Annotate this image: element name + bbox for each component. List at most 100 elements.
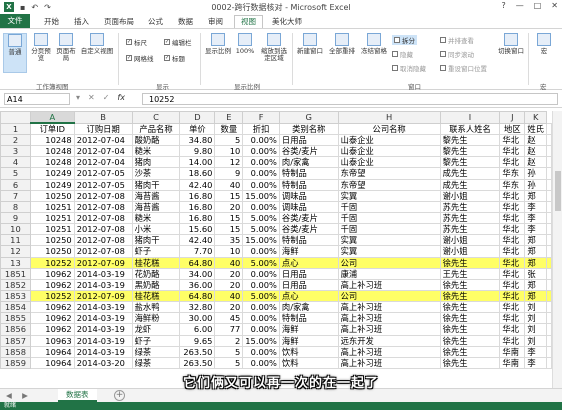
scrollbar-thumb[interactable] (555, 171, 561, 211)
normal-view-button[interactable]: 普通 (3, 33, 27, 73)
cell[interactable]: 苏先生 (439, 200, 501, 213)
cell[interactable] (546, 345, 552, 358)
cell[interactable]: 华南 (499, 356, 526, 369)
cell[interactable]: 海苔酱 (131, 200, 181, 213)
more-icon[interactable]: ▾ (76, 93, 80, 102)
cell[interactable]: 2012-07-04 (73, 133, 133, 147)
cell[interactable]: 263.50 (179, 345, 216, 358)
cell[interactable]: 黎先生 (439, 133, 501, 147)
cell[interactable]: 2012-07-05 (73, 178, 133, 191)
cell[interactable]: 20 (214, 278, 244, 291)
cell[interactable]: 15 (214, 189, 244, 202)
cell[interactable]: 10 (214, 145, 244, 158)
column-header[interactable]: F (242, 111, 280, 124)
cell[interactable]: 0.00% (242, 323, 280, 336)
cell[interactable]: 龙虾 (131, 323, 181, 336)
cell[interactable]: 0.00% (242, 156, 280, 169)
cell[interactable]: 公司 (337, 289, 441, 303)
cell[interactable] (546, 234, 552, 247)
cell[interactable]: 10962 (29, 312, 75, 325)
cell[interactable]: 40 (214, 256, 244, 269)
cell[interactable]: 实翼 (337, 245, 441, 258)
cell[interactable]: 高上补习班 (337, 278, 441, 291)
cell[interactable]: 刘 (524, 323, 547, 336)
cell[interactable]: 华东 (499, 178, 526, 191)
cell[interactable]: 10964 (29, 356, 75, 369)
cell[interactable]: 华南 (499, 345, 526, 358)
cell[interactable]: 2012-07-04 (73, 156, 133, 169)
cell[interactable]: 谢小姐 (439, 245, 501, 258)
cell[interactable] (546, 211, 552, 225)
cell[interactable]: 郑 (524, 234, 547, 247)
cell[interactable] (546, 122, 552, 135)
cell[interactable]: 5.00% (242, 223, 280, 236)
cell[interactable]: 10248 (29, 133, 75, 147)
column-header[interactable]: A (29, 111, 75, 124)
cell[interactable] (546, 312, 552, 325)
cell[interactable]: 日用品 (278, 267, 339, 280)
cell[interactable]: 2014-03-19 (73, 312, 133, 325)
cell[interactable]: 2012-07-08 (73, 189, 133, 202)
vertical-scrollbar[interactable] (552, 111, 562, 388)
cell[interactable]: 5 (214, 133, 244, 147)
cell[interactable]: 东帝望 (337, 178, 441, 191)
cell[interactable]: 郑 (524, 289, 547, 303)
cell[interactable]: 张 (524, 267, 547, 280)
cell[interactable]: 徐先生 (439, 312, 501, 325)
tab-view[interactable]: 视图 (234, 15, 263, 28)
cell[interactable] (546, 223, 552, 236)
cell[interactable]: 0.00% (242, 167, 280, 180)
zoom-100-button[interactable]: 100% (234, 33, 256, 73)
cell[interactable]: 0.00% (242, 312, 280, 325)
cell[interactable] (546, 267, 552, 280)
cell[interactable]: 华北 (499, 301, 526, 314)
cell[interactable] (546, 301, 552, 314)
custom-view-button[interactable]: 自定义视图 (80, 33, 114, 73)
cell[interactable]: 15 (214, 211, 244, 225)
cell[interactable]: 刘 (524, 312, 547, 325)
cell[interactable]: 产品名称 (131, 122, 181, 135)
cell[interactable]: 饮料 (278, 345, 339, 358)
cell[interactable] (546, 289, 552, 303)
cell[interactable]: 谢小姐 (439, 189, 501, 202)
cell[interactable]: 0.00% (242, 301, 280, 314)
cell[interactable]: 2014-03-19 (73, 345, 133, 358)
cell[interactable]: 2012-07-04 (73, 145, 133, 158)
cell[interactable]: 40 (214, 289, 244, 303)
cell[interactable]: 酸奶酪 (131, 133, 181, 147)
tab-file[interactable]: 文件 (0, 14, 30, 28)
row-header[interactable]: 12 (0, 245, 31, 258)
cell[interactable] (546, 323, 552, 336)
cell[interactable]: 绿茶 (131, 345, 181, 358)
cell[interactable]: 刘 (524, 334, 547, 347)
add-sheet-icon[interactable]: + (114, 390, 125, 401)
row-header[interactable]: 1855 (0, 312, 31, 325)
help-icon[interactable]: ? (501, 1, 505, 10)
cell[interactable]: 姓氏 (524, 122, 547, 135)
cell[interactable]: 郑 (524, 278, 547, 291)
column-header[interactable]: D (179, 111, 216, 124)
tab-page-layout[interactable]: 页面布局 (104, 16, 134, 27)
cell[interactable]: 15.60 (179, 223, 216, 236)
row-header[interactable]: 10 (0, 223, 31, 236)
cell[interactable]: 0.00% (242, 278, 280, 291)
cell[interactable]: 联系人姓名 (439, 122, 501, 135)
column-header[interactable]: B (73, 111, 133, 124)
cell[interactable]: 42.40 (179, 178, 216, 191)
headings-checkbox[interactable]: ✓ 标题 (164, 53, 185, 63)
cell[interactable]: 地区 (499, 122, 526, 135)
cell[interactable] (546, 133, 552, 147)
sync-scroll-button[interactable]: 同步滚动 (440, 49, 474, 59)
freeze-panes-button[interactable]: 冻结窗格 (359, 33, 389, 73)
cell[interactable]: 2014-03-20 (73, 356, 133, 369)
worksheet-grid[interactable]: A B C D E F G H I J K 1 订单ID 订购日期 产品名称 单价 数量折… (0, 111, 552, 388)
cell[interactable]: 赵 (524, 156, 547, 169)
cell[interactable]: 12 (214, 156, 244, 169)
cell[interactable]: 日用品 (278, 278, 339, 291)
cell[interactable]: 高上补习班 (337, 356, 441, 369)
formula-input[interactable]: 10252 (142, 93, 558, 105)
cell[interactable] (546, 200, 552, 213)
cell[interactable]: 2014-03-19 (73, 323, 133, 336)
cell[interactable]: 公司名称 (337, 122, 441, 135)
cell[interactable]: 18.60 (179, 167, 216, 180)
